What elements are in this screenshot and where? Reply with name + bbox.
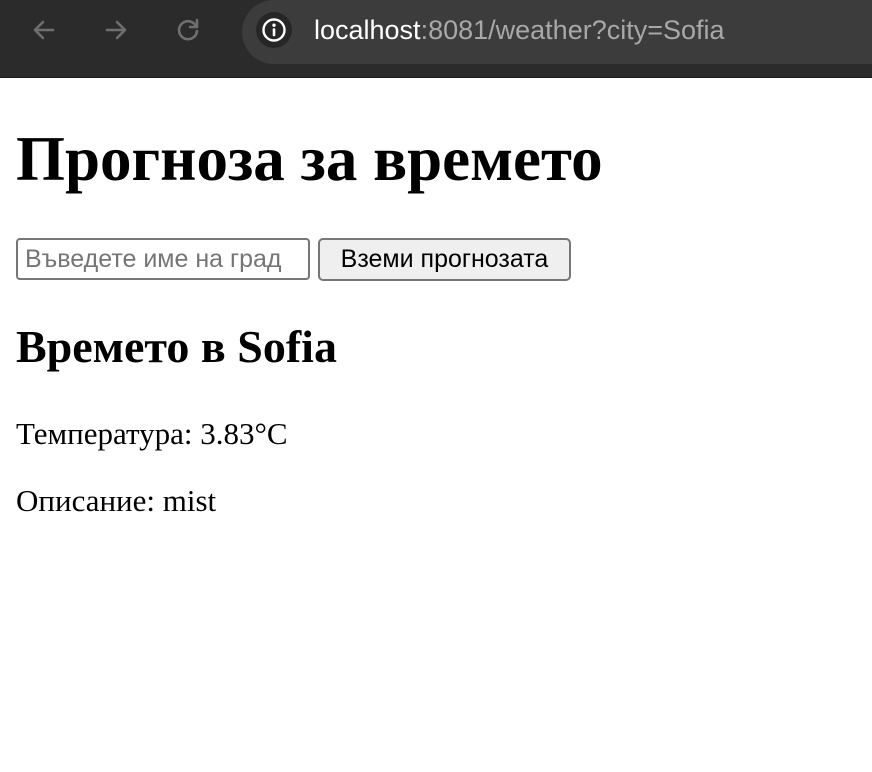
back-button[interactable] bbox=[26, 12, 62, 48]
page-title: Прогноза за времето bbox=[16, 124, 603, 194]
reload-button[interactable] bbox=[170, 12, 206, 48]
arrow-right-icon bbox=[105, 20, 127, 40]
temperature-text: Температура: 3.83°C bbox=[16, 416, 288, 451]
reload-icon bbox=[177, 18, 199, 41]
description-text: Описание: mist bbox=[16, 483, 217, 518]
info-icon bbox=[262, 18, 286, 42]
forward-button[interactable] bbox=[98, 12, 134, 48]
site-info-button[interactable] bbox=[256, 12, 292, 48]
address-bar[interactable]: localhost:8081/weather?city=Sofia bbox=[242, 0, 872, 64]
result-heading: Времето в Sofia bbox=[16, 321, 337, 372]
url-path: :8081/weather?city=Sofia bbox=[420, 15, 725, 45]
city-search-input[interactable] bbox=[16, 238, 310, 280]
arrow-left-icon bbox=[33, 20, 55, 40]
browser-toolbar: localhost:8081/weather?city=Sofia bbox=[0, 0, 872, 78]
address-url[interactable]: localhost:8081/weather?city=Sofia bbox=[314, 13, 725, 47]
url-host: localhost bbox=[314, 15, 421, 45]
get-forecast-button[interactable]: Вземи прогнозата bbox=[318, 238, 571, 281]
